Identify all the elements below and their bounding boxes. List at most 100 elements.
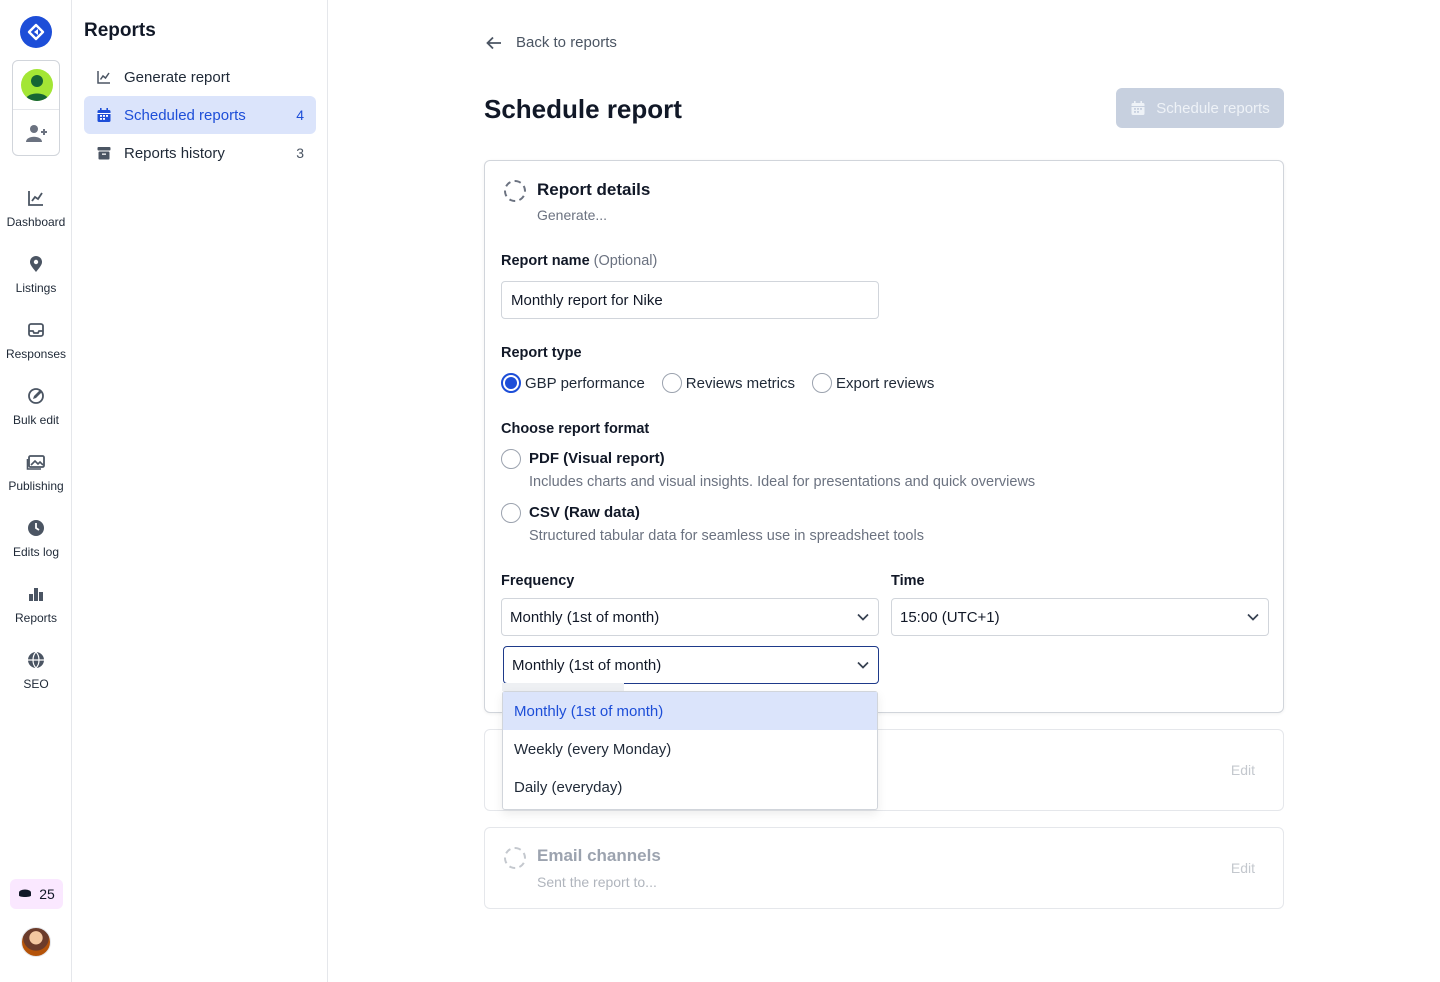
format-title: PDF (Visual report) [529,450,665,467]
email-channels-subtitle: Sent the report to... [537,874,657,890]
user-silhouette-icon [25,75,49,101]
rail-item-reports[interactable]: Reports [0,584,72,640]
time-value: 15:00 (UTC+1) [900,608,1000,626]
rail-label: Dashboard [6,215,66,229]
chart-line-icon [28,191,43,206]
rail-item-seo[interactable]: SEO [0,650,72,706]
map-pin-icon [30,256,42,272]
radio-gbp-performance[interactable]: GBP performance [501,373,645,393]
report-type-label: Report type [501,345,582,361]
report-name-input[interactable] [501,281,879,319]
rail-item-listings[interactable]: Listings [0,254,72,310]
frequency-select[interactable]: Monthly (1st of month) [501,598,879,636]
frequency-open-value: Monthly (1st of month) [512,656,662,674]
chart-line-icon [97,71,110,84]
rail-label: Bulk edit [12,413,60,427]
rail-label: Reports [14,611,58,625]
optional-hint: (Optional) [593,253,658,269]
rail-label: SEO [23,677,49,691]
chevron-down-icon [857,661,869,669]
chevron-down-icon [1247,613,1259,621]
radio-button[interactable] [501,449,521,469]
back-to-reports-link[interactable]: Back to reports [486,34,617,51]
subnav-item-generate-report[interactable]: Generate report [84,58,316,96]
schedule-reports-button[interactable]: Schedule reports [1116,88,1284,128]
globe-icon [28,651,44,669]
rail-label: Publishing [8,479,64,493]
subnav-title: Reports [84,20,156,41]
account-avatar[interactable] [21,69,53,101]
radio-button[interactable] [661,373,682,393]
radio-export-reviews[interactable]: Export reviews [811,373,935,393]
subnav-item-label: Scheduled reports [124,106,246,124]
reports-subnav: Reports Generate report Scheduled report… [72,0,328,982]
back-label: Back to reports [516,34,617,51]
rail-item-edits-log[interactable]: Edits log [0,518,72,574]
user-avatar[interactable] [21,927,51,957]
radio-button[interactable] [811,373,832,393]
subnav-item-label: Reports history [124,144,225,162]
frequency-select-open[interactable]: Monthly (1st of month) [503,646,879,684]
format-title: CSV (Raw data) [529,504,640,521]
frequency-option-weekly[interactable]: Weekly (every Monday) [503,730,877,768]
calendar-icon [1131,101,1145,115]
frequency-option-monthly[interactable]: Monthly (1st of month) [503,692,877,730]
report-details-subtitle: Generate... [537,207,608,223]
inbox-icon [28,323,44,337]
radio-label: Reviews metrics [685,374,795,392]
rail-item-publishing[interactable]: Publishing [0,452,72,508]
calendar-icon [97,108,111,122]
email-channels-card: Email channels Sent the report to... Edi… [484,827,1284,909]
subnav-item-count: 4 [296,107,304,123]
radio-button[interactable] [501,503,521,523]
rail-label: Edits log [12,545,60,559]
radio-label: Export reviews [835,374,935,392]
report-name-label-text: Report name [501,253,590,269]
radio-button[interactable] [501,373,521,393]
rail-item-dashboard[interactable]: Dashboard [0,188,72,244]
report-format-label: Choose report format [501,421,650,437]
rail-item-bulk-edit[interactable]: Bulk edit [0,386,72,442]
format-description: Includes charts and visual insights. Ide… [529,474,1036,490]
arrow-left-icon [486,36,501,49]
radio-reviews-metrics[interactable]: Reviews metrics [661,373,795,393]
account-switcher [12,60,60,156]
report-name-label: Report name (Optional) [501,253,657,269]
subnav-item-label: Generate report [124,68,230,86]
edit-link[interactable]: Edit [1231,860,1255,876]
rail-label: Responses [5,347,67,361]
edit-link[interactable]: Edit [1231,762,1255,778]
report-type-group: GBP performance Reviews metrics Export r… [501,373,951,393]
divider [13,109,59,110]
frequency-label: Frequency [501,573,575,589]
email-channels-title: Email channels [537,846,661,865]
page-title: Schedule report [484,94,682,124]
report-details-title: Report details [537,180,651,199]
dropdown-connector [502,683,624,691]
images-icon [26,455,45,470]
coins-icon [19,889,32,897]
logo-icon [27,23,45,41]
frequency-value: Monthly (1st of month) [510,608,660,626]
loading-spinner-icon [504,847,526,869]
edit-circle-icon [28,388,44,404]
time-select[interactable]: 15:00 (UTC+1) [891,598,1269,636]
loading-spinner-icon [504,180,526,202]
time-label: Time [891,573,925,589]
icon-rail: Dashboard Listings Responses Bulk edit P… [0,0,72,982]
rail-label: Listings [15,281,57,295]
radio-label: GBP performance [525,374,645,392]
clock-icon [28,520,44,536]
schedule-reports-label: Schedule reports [1156,99,1270,117]
subnav-item-reports-history[interactable]: Reports history 3 [84,134,316,172]
app-logo[interactable] [20,16,52,48]
archive-icon [97,147,111,160]
report-details-card: Report details Generate... Report name (O… [484,160,1284,713]
credits-badge[interactable]: 25 [10,879,63,909]
add-user-icon[interactable] [25,121,49,145]
chevron-down-icon [857,613,869,621]
rail-item-responses[interactable]: Responses [0,320,72,376]
frequency-option-daily[interactable]: Daily (everyday) [503,768,877,806]
subnav-item-scheduled-reports[interactable]: Scheduled reports 4 [84,96,316,134]
frequency-dropdown-menu: Monthly (1st of month) Weekly (every Mon… [502,691,878,810]
